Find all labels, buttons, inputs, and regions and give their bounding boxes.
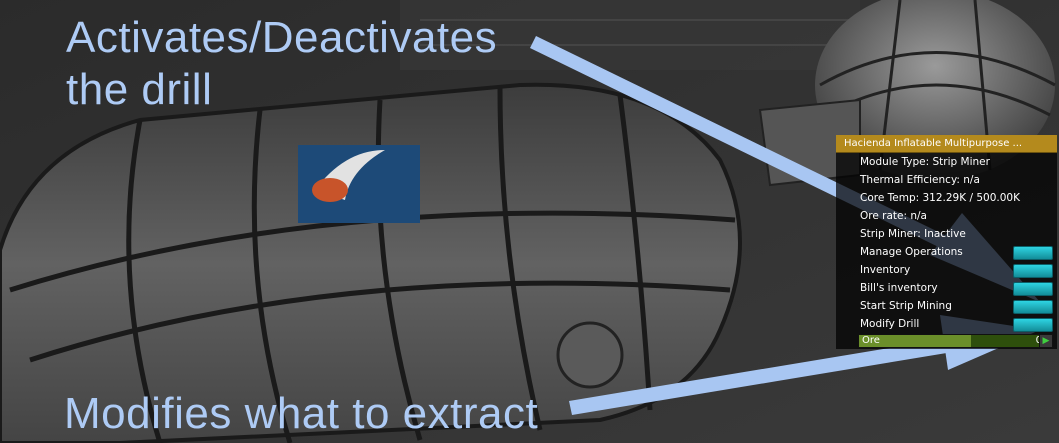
part-window-row[interactable]: Start Strip Mining — [836, 297, 1057, 315]
part-window-row[interactable]: Bill's inventory — [836, 279, 1057, 297]
part-window-row[interactable]: Modify Drill — [836, 315, 1057, 333]
part-window-title[interactable]: Hacienda Inflatable Multipurpose ... — [836, 135, 1057, 153]
part-window-row: Thermal Efficiency: n/a — [836, 171, 1057, 189]
part-window-row[interactable]: Manage Operations — [836, 243, 1057, 261]
part-window-row: Strip Miner: Inactive — [836, 225, 1057, 243]
callout-top-line1: Activates/Deactivates — [66, 13, 498, 62]
part-window-row-label: Inventory — [860, 264, 911, 276]
row-action-button[interactable] — [1013, 282, 1053, 296]
part-window-row-label: Core Temp: 312.29K / 500.00K — [860, 192, 1020, 204]
part-window-row-label: Modify Drill — [860, 318, 920, 330]
ore-resource-bar: Ore 0 — [858, 334, 1046, 348]
part-window-row-label: Manage Operations — [860, 246, 963, 258]
part-window-row[interactable]: Inventory — [836, 261, 1057, 279]
row-action-button[interactable] — [1013, 246, 1053, 260]
row-action-button[interactable] — [1013, 264, 1053, 278]
row-action-button[interactable] — [1013, 300, 1053, 314]
modify-drill-callout: Modifies what to extract — [64, 389, 539, 438]
ore-resource-label: Ore — [862, 335, 880, 346]
part-window-row-label: Ore rate: n/a — [860, 210, 927, 222]
part-window-row: Core Temp: 312.29K / 500.00K — [836, 189, 1057, 207]
part-window-row: Module Type: Strip Miner — [836, 153, 1057, 171]
part-window-row: Ore rate: n/a — [836, 207, 1057, 225]
part-window-row-label: Strip Miner: Inactive — [860, 228, 966, 240]
part-window-row-label: Module Type: Strip Miner — [860, 156, 990, 168]
callout-top-line2: the drill — [66, 65, 213, 114]
row-action-button[interactable] — [1013, 318, 1053, 332]
play-icon[interactable]: ▶ — [1039, 334, 1053, 348]
part-window-row-label: Start Strip Mining — [860, 300, 952, 312]
drill-toggle-callout: Activates/Deactivates the drill — [66, 12, 497, 116]
part-window-row-label: Thermal Efficiency: n/a — [860, 174, 980, 186]
part-window-row-label: Bill's inventory — [860, 282, 938, 294]
part-action-window: Hacienda Inflatable Multipurpose ... Mod… — [836, 135, 1057, 349]
part-window-rows: Module Type: Strip Miner Thermal Efficien… — [836, 153, 1057, 333]
